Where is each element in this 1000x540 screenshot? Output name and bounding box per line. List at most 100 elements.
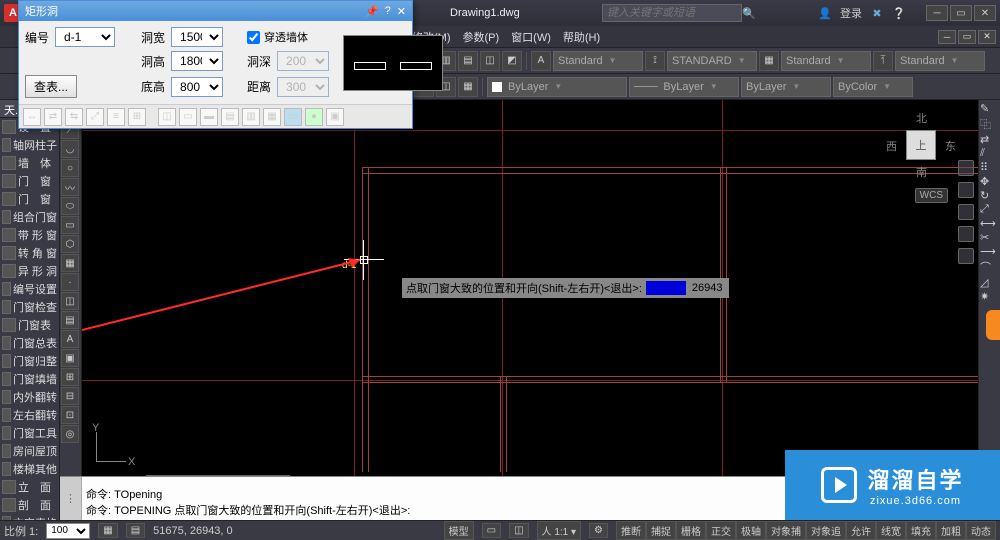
panel-item[interactable]: 组合门窗 <box>0 208 59 226</box>
plotcolor-combo[interactable]: ByColor▼ <box>833 77 913 97</box>
panel-item[interactable]: 轴网柱子 <box>0 136 59 154</box>
panel-item[interactable]: 门窗表 <box>0 316 59 334</box>
hatch-icon[interactable]: ▦ <box>61 254 79 272</box>
dtb-icon[interactable]: ⇆ <box>65 108 83 126</box>
table-style-combo[interactable]: Standard▼ <box>781 51 871 71</box>
panel-item[interactable]: 门窗总表 <box>0 334 59 352</box>
dim-style-icon[interactable]: ⟟ <box>645 51 665 71</box>
status-toggle[interactable]: 对象捕 <box>766 521 806 540</box>
text-icon[interactable]: A <box>61 330 79 348</box>
mdi-minimize[interactable]: ─ <box>938 30 956 44</box>
nav-showmotion-icon[interactable] <box>958 248 974 264</box>
rect-icon[interactable]: ▭ <box>61 216 79 234</box>
nav-orbit-icon[interactable] <box>958 226 974 242</box>
dtb-icon[interactable]: ▭ <box>179 108 197 126</box>
array-icon[interactable]: ⠿ <box>980 161 999 174</box>
text-style-icon[interactable]: A <box>531 51 551 71</box>
dtb-icon[interactable]: ▥ <box>242 108 260 126</box>
status-toggle[interactable]: 推断 <box>616 521 646 540</box>
status-toggle[interactable]: 线宽 <box>876 521 906 540</box>
exchange-icon[interactable]: ✖ <box>870 6 884 20</box>
mleader-style-combo[interactable]: Standard▼ <box>895 51 985 71</box>
mirror-icon[interactable]: ⇄ <box>980 133 999 146</box>
scale-select[interactable]: 100 <box>46 523 90 539</box>
minimize-button[interactable]: ─ <box>926 5 948 21</box>
status-toggle[interactable]: 栅格 <box>676 521 706 540</box>
dim-style-combo[interactable]: STANDARD▼ <box>667 51 757 71</box>
linetype-combo[interactable]: ───ByLayer▼ <box>629 77 739 97</box>
dtb-icon[interactable]: ▦ <box>263 108 281 126</box>
status-toggle[interactable]: 动态 <box>966 521 996 540</box>
width-select[interactable]: 1500 <box>171 27 223 47</box>
mdi-restore[interactable]: ▭ <box>958 30 976 44</box>
status-toggle[interactable]: 捕捉 <box>646 521 676 540</box>
prompt-input-1[interactable] <box>646 281 686 295</box>
sb-icon[interactable]: ▤ <box>126 523 145 538</box>
nav-wheel-icon[interactable] <box>958 160 974 176</box>
sill-select[interactable]: 800 <box>171 77 223 97</box>
extend-icon[interactable]: ⟶ <box>980 245 999 258</box>
dtb-icon[interactable]: ▤ <box>221 108 239 126</box>
panel-item[interactable]: 门窗工具 <box>0 424 59 442</box>
dtb-icon[interactable]: ◫ <box>158 108 176 126</box>
point-icon[interactable]: · <box>61 273 79 291</box>
panel-item[interactable]: 门 窗 <box>0 172 59 190</box>
move-icon[interactable]: ✥ <box>980 175 999 188</box>
trim-icon[interactable]: ✂ <box>980 231 999 244</box>
panel-item[interactable]: 带 形 窗 <box>0 226 59 244</box>
dialog-help-icon[interactable]: ? <box>385 5 391 18</box>
through-checkbox[interactable] <box>247 31 260 44</box>
fillet-icon[interactable]: ⌒ <box>980 259 999 275</box>
chamfer-icon[interactable]: ◿ <box>980 276 999 289</box>
dtb-icon[interactable]: ⊞ <box>128 108 146 126</box>
status-toggle[interactable]: 允许 <box>846 521 876 540</box>
copy-icon[interactable]: ⿻ <box>980 116 999 132</box>
ellipse-icon[interactable]: ⬭ <box>61 197 79 215</box>
menu-param[interactable]: 参数(P) <box>463 29 500 45</box>
dtb-icon[interactable]: ⤢ <box>86 108 104 126</box>
sb-icon[interactable]: ◫ <box>509 523 528 538</box>
block-icon[interactable]: ◫ <box>61 292 79 310</box>
panel-item[interactable]: 门窗归整 <box>0 352 59 370</box>
modelspace-toggle[interactable]: 模型 <box>444 521 474 540</box>
nav-zoom-icon[interactable] <box>958 204 974 220</box>
status-toggle[interactable]: 填充 <box>906 521 936 540</box>
circle-icon[interactable]: ○ <box>61 159 79 177</box>
menu-help[interactable]: 帮助(H) <box>563 29 600 45</box>
status-toggle[interactable]: 加粗 <box>936 521 966 540</box>
explode-icon[interactable]: ✷ <box>980 290 999 303</box>
polygon-icon[interactable]: ⬡ <box>61 235 79 253</box>
panel-item[interactable]: 异 形 洞 <box>0 262 59 280</box>
menu-window[interactable]: 窗口(W) <box>511 29 551 45</box>
drawing-canvas[interactable]: [-][俯视][二维线框] d-1 点取门窗大致的位置和开向(Shift-左右开… <box>82 100 978 476</box>
panel-item[interactable]: 左右翻转 <box>0 406 59 424</box>
tb-icon[interactable]: ◫ <box>480 51 500 71</box>
panel-item[interactable]: 墙 体 <box>0 154 59 172</box>
layer-combo[interactable]: ByLayer▼ <box>487 77 627 97</box>
dialog-close-icon[interactable]: ✕ <box>397 5 406 18</box>
mdi-close[interactable]: ✕ <box>978 30 996 44</box>
panel-item[interactable]: 内外翻转 <box>0 388 59 406</box>
close-button[interactable]: ✕ <box>974 5 996 21</box>
user-icon[interactable]: 👤 <box>818 6 832 20</box>
dtb-icon[interactable]: ● <box>305 108 323 126</box>
search-go-icon[interactable]: 🔍 <box>742 6 756 20</box>
offset-icon[interactable]: ⫽ <box>980 147 999 160</box>
tool-icon[interactable]: ⊡ <box>61 406 79 424</box>
text-style-combo[interactable]: Standard▼ <box>553 51 643 71</box>
erase-icon[interactable]: ✎ <box>980 102 999 115</box>
tb-icon[interactable]: ◩ <box>502 51 522 71</box>
sb-icon[interactable]: ▭ <box>482 523 501 538</box>
table-style-icon[interactable]: ▦ <box>759 51 779 71</box>
spline-icon[interactable]: 〰 <box>61 178 79 196</box>
tb-icon[interactable]: ▦ <box>458 77 478 97</box>
sb-icon[interactable]: ⚙ <box>589 523 608 538</box>
panel-item[interactable]: 转 角 窗 <box>0 244 59 262</box>
lineweight-combo[interactable]: ByLayer▼ <box>741 77 831 97</box>
viewcube-top[interactable]: 上 <box>906 130 936 160</box>
annoscale[interactable]: 人 1:1 ▾ <box>537 521 581 540</box>
nav-pan-icon[interactable] <box>958 182 974 198</box>
id-select[interactable]: d-1 <box>55 27 115 47</box>
sb-icon[interactable]: ▦ <box>98 523 117 538</box>
mleader-style-icon[interactable]: ⥘ <box>873 51 893 71</box>
